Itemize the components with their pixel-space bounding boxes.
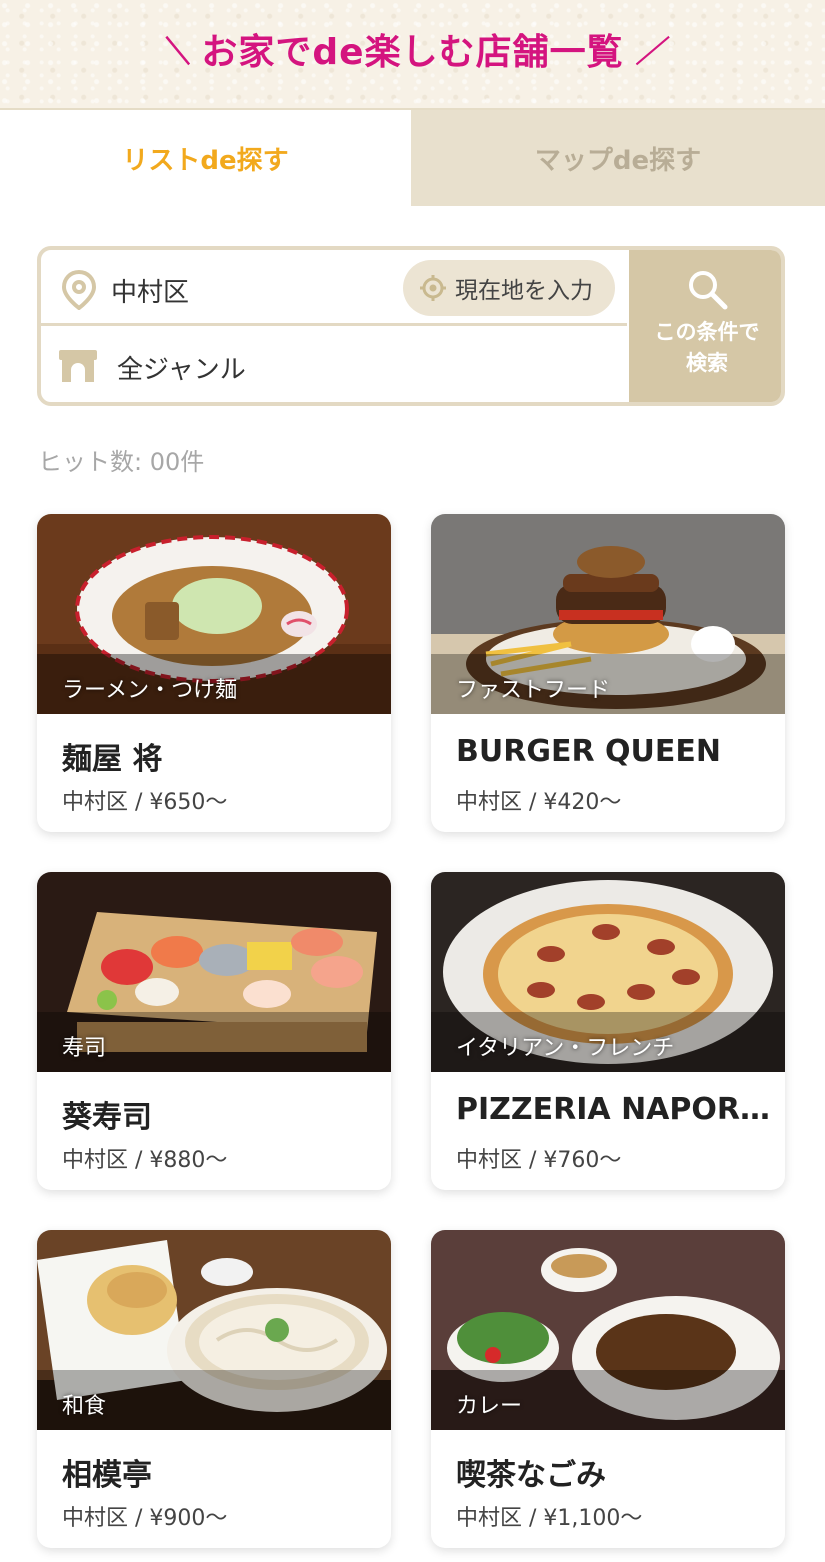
page-header: ＼ お家でde楽しむ店舗一覧 ／ xyxy=(0,0,825,110)
card-name: 相模亭 xyxy=(62,1458,152,1493)
card-meta: 中村区 / ¥1,100〜 xyxy=(456,1506,643,1531)
search-submit-label: この条件で 検索 xyxy=(654,320,760,375)
location-pin-icon xyxy=(61,270,97,310)
crosshair-icon xyxy=(420,275,446,301)
shop-card[interactable]: イタリアン・フレンチ PIZZERIA NAPOR… 中村区 / ¥760〜 xyxy=(431,872,785,1190)
card-genre: ファストフード xyxy=(456,678,611,703)
card-genre: 和食 xyxy=(62,1394,107,1419)
card-name: 喫茶なごみ xyxy=(456,1458,606,1493)
card-genre: カレー xyxy=(456,1394,523,1419)
page-title: お家でde楽しむ店舗一覧 xyxy=(201,32,624,73)
card-name: PIZZERIA NAPOR… xyxy=(456,1092,770,1127)
card-name: 葵寿司 xyxy=(62,1100,152,1135)
card-meta: 中村区 / ¥650〜 xyxy=(62,790,228,815)
shop-card[interactable]: 寿司 葵寿司 中村区 / ¥880〜 xyxy=(37,872,391,1190)
right-slash-decoration: ／ xyxy=(633,35,665,70)
card-genre: ラーメン・つけ麺 xyxy=(62,678,238,703)
search-mode-tabs: リストde探す マップde探す xyxy=(0,110,825,206)
card-genre: 寿司 xyxy=(62,1036,107,1061)
hit-count: ヒット数: 00件 xyxy=(38,448,205,476)
tab-list-search[interactable]: リストde探す xyxy=(0,110,411,206)
current-location-button[interactable]: 現在地を入力 xyxy=(403,260,615,316)
card-meta: 中村区 / ¥760〜 xyxy=(456,1148,622,1173)
shop-card[interactable]: ラーメン・つけ麺 麺屋 将 中村区 / ¥650〜 xyxy=(37,514,391,832)
shop-card[interactable]: ファストフード BURGER QUEEN 中村区 / ¥420〜 xyxy=(431,514,785,832)
card-name: 麺屋 将 xyxy=(62,742,163,777)
shop-card[interactable]: カレー 喫茶なごみ 中村区 / ¥1,100〜 xyxy=(431,1230,785,1548)
card-name: BURGER QUEEN xyxy=(456,734,721,769)
card-meta: 中村区 / ¥880〜 xyxy=(62,1148,228,1173)
card-meta: 中村区 / ¥900〜 xyxy=(62,1506,228,1531)
search-form: 中村区 現在地を入力 全ジャンル この条件で 検索 xyxy=(37,246,785,406)
card-meta: 中村区 / ¥420〜 xyxy=(456,790,622,815)
shop-card[interactable]: 和食 相模亭 中村区 / ¥900〜 xyxy=(37,1230,391,1548)
genre-select-value[interactable]: 全ジャンル xyxy=(117,349,246,386)
left-slash-decoration: ＼ xyxy=(159,35,190,70)
search-icon xyxy=(689,271,728,310)
area-input-value[interactable]: 中村区 xyxy=(111,272,189,309)
current-location-label: 現在地を入力 xyxy=(455,278,593,304)
tab-map-search[interactable]: マップde探す xyxy=(411,110,825,206)
shop-icon xyxy=(59,350,97,382)
card-genre: イタリアン・フレンチ xyxy=(456,1036,675,1061)
search-submit-button[interactable]: この条件で 検索 xyxy=(629,250,781,402)
header-title-wrap: ＼ お家でde楽しむ店舗一覧 ／ xyxy=(159,23,664,75)
